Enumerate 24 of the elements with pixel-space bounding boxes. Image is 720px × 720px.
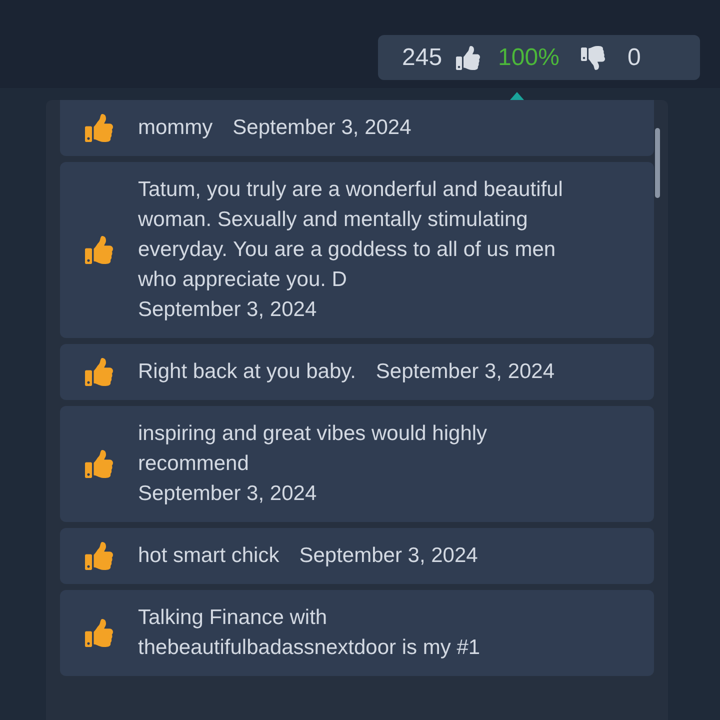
review-text: inspiring and great vibes would highly recommend <box>138 421 488 477</box>
review-date: September 3, 2024 <box>232 115 412 141</box>
approval-percent: 100% <box>498 42 560 72</box>
review-text: mommy <box>138 115 213 141</box>
thumbs-up-icon <box>85 114 113 142</box>
thumbs-up-icon <box>85 542 113 570</box>
review-date: September 3, 2024 <box>376 359 555 385</box>
review-text: hot smart chick <box>138 543 280 569</box>
review-date: September 3, 2024 <box>299 543 478 569</box>
scrollbar-thumb <box>655 128 660 198</box>
thumbs-up-icon <box>456 46 480 70</box>
thumbs-down-icon <box>581 46 606 70</box>
thumbs-up-icon <box>85 358 113 386</box>
review-text: Talking Finance with thebeautifulbadassnextdoor is my #1 <box>138 605 482 661</box>
likes-count: 245 <box>402 42 442 72</box>
thumbs-up-icon <box>85 619 113 647</box>
review-date: September 3, 2024 <box>138 297 317 323</box>
thumbs-up-icon <box>85 450 113 478</box>
review-text: Right back at you baby. <box>138 359 356 385</box>
review-text: Tatum, you truly are a wonderful and beautiful woman. Sexually and mentally stimulating everyday. You are a goddess to all of us men who appreciate you. D <box>138 177 564 293</box>
thumbs-up-icon <box>85 236 113 264</box>
dislikes-count: 0 <box>627 42 641 72</box>
pointer-icon <box>510 92 524 100</box>
review-date: September 3, 2024 <box>138 481 317 507</box>
